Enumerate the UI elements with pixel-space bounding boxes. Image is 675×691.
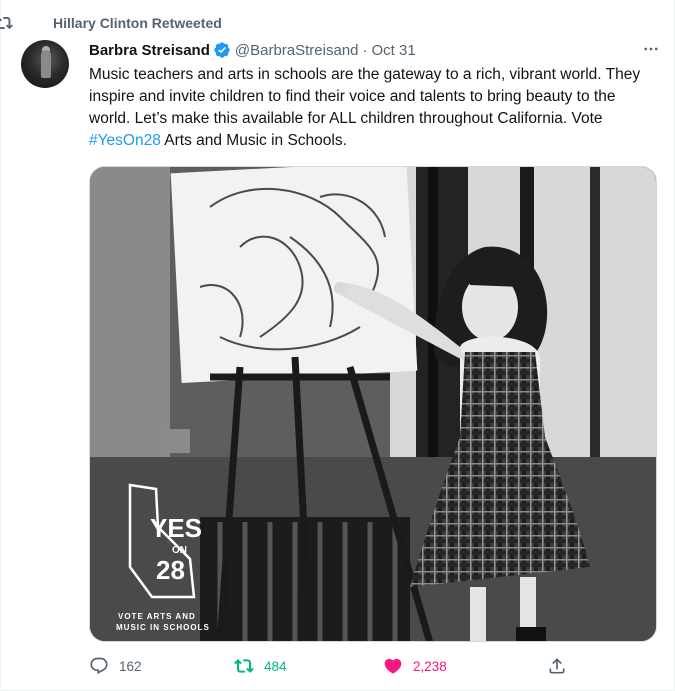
more-icon[interactable] xyxy=(640,38,662,60)
hashtag-link[interactable]: #YesOn28 xyxy=(89,132,161,149)
heart-icon xyxy=(383,656,403,676)
like-button[interactable]: 2,238 xyxy=(383,656,447,676)
tweet-photo[interactable]: YES ON 28 VOTE ARTS AND MUSIC IN SCHOOLS xyxy=(89,166,657,642)
photo-illustration: YES ON 28 VOTE ARTS AND MUSIC IN SCHOOLS xyxy=(90,167,656,641)
share-button[interactable] xyxy=(547,656,577,676)
retweet-button[interactable]: 484 xyxy=(234,656,287,676)
share-icon xyxy=(547,656,567,676)
reply-count: 162 xyxy=(119,658,142,674)
tweet-card[interactable]: Hillary Clinton Retweeted Barbra Streisa… xyxy=(0,0,675,691)
avatar[interactable] xyxy=(21,40,69,88)
retweet-icon xyxy=(0,14,13,32)
author-name[interactable]: Barbra Streisand xyxy=(89,42,210,59)
logo-caption-line-1: VOTE ARTS AND xyxy=(118,612,196,621)
tweet-actions: 162 484 2,238 xyxy=(89,652,659,682)
tweet-text-part: Arts and Music in Schools. xyxy=(160,132,347,149)
logo-number: 28 xyxy=(156,555,185,585)
tweet-text: Music teachers and arts in schools are t… xyxy=(89,64,659,152)
separator: · xyxy=(362,41,368,59)
like-count: 2,238 xyxy=(413,658,447,674)
reply-button[interactable]: 162 xyxy=(89,656,142,676)
author-handle[interactable]: @BarbraStreisand xyxy=(235,42,359,59)
logo-yes: YES xyxy=(150,513,202,543)
retweet-context-label: Hillary Clinton Retweeted xyxy=(53,15,222,31)
retweet-context[interactable]: Hillary Clinton Retweeted xyxy=(0,14,222,32)
tweet-header: Barbra Streisand @BarbraStreisand · Oct … xyxy=(89,40,660,60)
reply-icon xyxy=(89,656,109,676)
verified-badge-icon xyxy=(213,41,231,59)
retweet-count: 484 xyxy=(264,658,287,674)
timestamp[interactable]: Oct 31 xyxy=(372,42,416,59)
retweet-icon xyxy=(234,656,254,676)
logo-caption-line-2: MUSIC IN SCHOOLS xyxy=(116,623,210,632)
tweet-text-part: Music teachers and arts in schools are t… xyxy=(89,66,645,127)
